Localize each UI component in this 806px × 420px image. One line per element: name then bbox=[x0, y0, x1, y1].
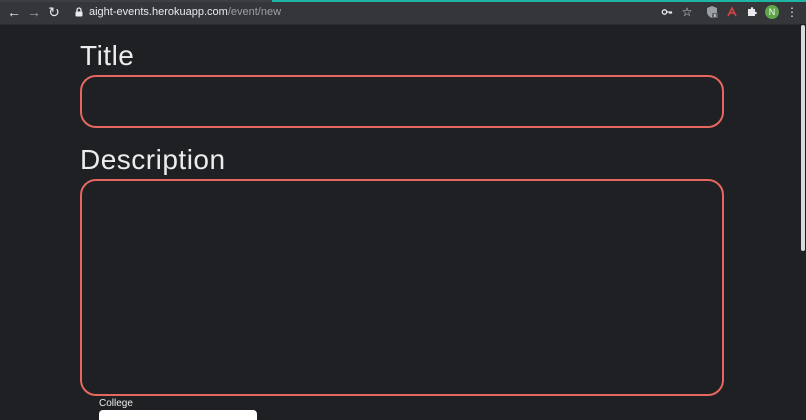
tab-strip-edge bbox=[0, 0, 272, 2]
url-path: /event/new bbox=[227, 6, 282, 18]
address-bar[interactable]: aight-events.herokuapp.com/event/new bbox=[89, 5, 281, 19]
title-input[interactable] bbox=[80, 75, 724, 128]
lock-icon[interactable] bbox=[73, 6, 85, 18]
more-menu-icon[interactable]: ⋮ bbox=[784, 4, 800, 20]
profile-avatar[interactable]: N bbox=[765, 5, 779, 19]
extension-shield-icon[interactable]: 6 bbox=[704, 4, 720, 20]
forward-icon[interactable]: → bbox=[26, 4, 42, 20]
college-label: College bbox=[99, 398, 133, 409]
description-textarea[interactable] bbox=[80, 179, 724, 396]
bookmark-star-icon[interactable]: ☆ bbox=[679, 4, 695, 20]
reload-icon[interactable]: ↻ bbox=[46, 4, 62, 20]
description-label: Description bbox=[80, 144, 226, 175]
college-select[interactable] bbox=[99, 410, 257, 420]
url-host: aight-events.herokuapp.com bbox=[89, 6, 228, 18]
back-icon[interactable]: ← bbox=[6, 4, 22, 20]
scrollbar-thumb[interactable] bbox=[801, 25, 805, 251]
extensions-puzzle-icon[interactable] bbox=[744, 4, 760, 20]
page-load-indicator bbox=[272, 0, 806, 2]
title-label: Title bbox=[80, 40, 135, 71]
key-icon[interactable] bbox=[659, 4, 675, 20]
pdf-extension-icon[interactable] bbox=[724, 4, 740, 20]
browser-toolbar: ← → ↻ aight-events.herokuapp.com/event/n… bbox=[0, 0, 806, 25]
